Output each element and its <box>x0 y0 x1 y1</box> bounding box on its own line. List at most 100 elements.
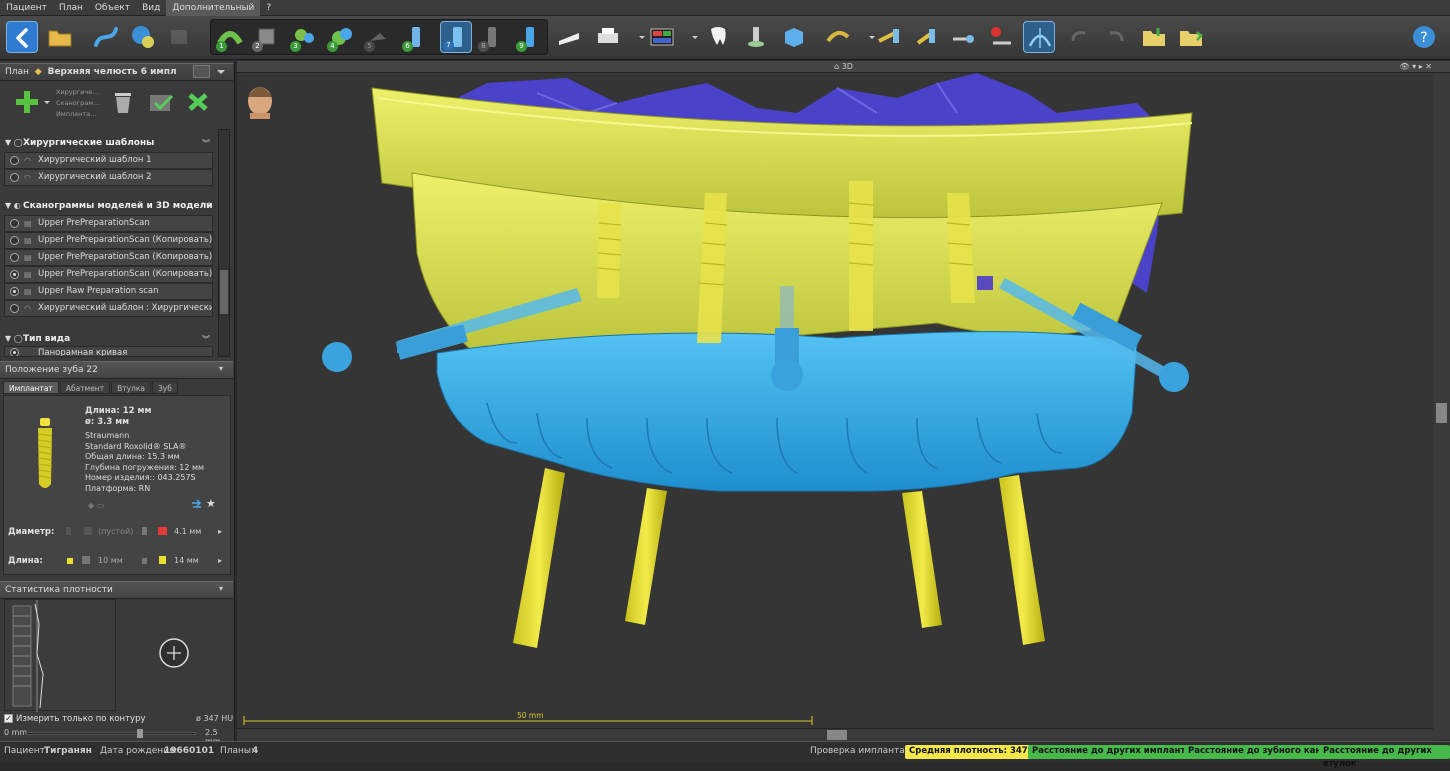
tab-abutment[interactable]: Абатмент <box>59 381 111 394</box>
swap-button[interactable] <box>191 499 202 510</box>
tab-implant[interactable]: Имплантат <box>3 381 59 394</box>
favorite-star-icon[interactable]: ★ <box>206 498 218 510</box>
globe-tool-button[interactable] <box>127 21 159 53</box>
list-item[interactable]: ▤ Upper Raw Preparation scan <box>4 283 213 300</box>
tree-scrollbar[interactable] <box>218 129 230 357</box>
scroll-thumb[interactable] <box>220 270 228 314</box>
menu-patient[interactable]: Пациент <box>0 0 53 16</box>
accept-button[interactable] <box>145 87 177 117</box>
step-6-button[interactable]: 6 <box>400 21 432 53</box>
length-option-a[interactable]: 10 мм <box>98 556 123 565</box>
distance-button[interactable] <box>947 21 979 53</box>
step-9-button[interactable]: 9 <box>514 21 546 53</box>
plan-dropdown[interactable] <box>214 65 228 78</box>
dropdown-icon[interactable]: ▾ <box>219 584 223 593</box>
contour-checkbox[interactable]: ✓ <box>4 714 13 723</box>
remove-distance-button[interactable] <box>985 21 1017 53</box>
length-option-b[interactable]: 14 мм <box>174 556 199 565</box>
guide-button[interactable] <box>553 21 585 53</box>
menu-view[interactable]: Вид <box>136 0 166 16</box>
radio-icon[interactable] <box>10 287 19 296</box>
menu-additional[interactable]: Дополнительный <box>166 0 261 16</box>
layout-button[interactable] <box>646 21 678 53</box>
collapse-icon[interactable]: ︾ <box>202 201 210 212</box>
list-item[interactable]: ▤ Upper PrePreparationScan <box>4 215 213 232</box>
hscroll-thumb[interactable] <box>827 730 847 740</box>
dropdown-icon[interactable]: ▾ <box>219 364 223 373</box>
radio-icon[interactable] <box>10 156 19 165</box>
menu-plan[interactable]: План <box>53 0 89 16</box>
menu-object[interactable]: Объект <box>89 0 136 16</box>
curve-tool-button[interactable] <box>90 21 122 53</box>
head-orientation-icon[interactable] <box>248 87 272 119</box>
dental-3d-scene[interactable] <box>237 73 1433 728</box>
menu-help[interactable]: ? <box>260 0 277 16</box>
list-item[interactable]: ◠ Хирургический шаблон 1 <box>4 152 213 169</box>
print-button[interactable] <box>592 21 624 53</box>
viewport-controls[interactable]: 👁 ▾ ▸ ✕ <box>1399 61 1432 73</box>
radio-icon[interactable] <box>10 253 19 262</box>
radio-icon[interactable] <box>10 304 19 313</box>
tooth-tabs: Имплантат Абатмент Втулка Зуб <box>3 381 179 394</box>
tooth-button[interactable] <box>702 21 734 53</box>
export-button[interactable] <box>1175 21 1207 53</box>
plan-menu-button[interactable] <box>193 65 210 78</box>
collapse-icon[interactable]: ︾ <box>202 138 210 149</box>
list-item[interactable]: ◠ Хирургический шаблон 2 <box>4 169 213 186</box>
import-button[interactable] <box>1138 21 1170 53</box>
section-surgical-title[interactable]: Хирургические шаблоны <box>3 136 215 150</box>
measure2-button[interactable] <box>910 21 942 53</box>
section-scans-title[interactable]: Сканограммы моделей и 3D модели <box>3 199 215 213</box>
radio-icon[interactable] <box>10 236 19 245</box>
step-5-button[interactable]: 5 <box>362 21 394 53</box>
back-button[interactable] <box>6 21 38 53</box>
print-dropdown[interactable] <box>626 21 645 53</box>
undo-button[interactable] <box>1063 21 1095 53</box>
box-button[interactable] <box>778 21 810 53</box>
radio-icon[interactable] <box>10 348 19 356</box>
list-item[interactable]: ◠ Хирургический шаблон : Хирургический ..… <box>4 300 213 317</box>
viewport-hscroll[interactable] <box>237 728 1433 741</box>
redo-button[interactable] <box>1100 21 1132 53</box>
viewport-3d[interactable]: 50 mm <box>237 73 1433 728</box>
abutment-button[interactable] <box>740 21 772 53</box>
delete-button[interactable] <box>108 87 138 117</box>
viewport-vscroll[interactable] <box>1433 73 1450 740</box>
length-next-icon[interactable]: ▸ <box>218 556 222 565</box>
tab-tooth[interactable]: Зуб <box>151 381 178 394</box>
open-folder-button[interactable] <box>44 21 76 53</box>
radio-icon[interactable] <box>10 173 19 182</box>
reject-button[interactable] <box>182 87 214 117</box>
diameter-next-icon[interactable]: ▸ <box>218 527 222 536</box>
step-7-button[interactable]: 7 <box>440 21 472 53</box>
diameter-option-empty[interactable]: (пустой) <box>98 527 133 536</box>
section-viewtype-title[interactable]: Тип вида <box>3 332 215 346</box>
diameter-option-value[interactable]: 4.1 мм <box>174 527 201 536</box>
tab-sleeve[interactable]: Втулка <box>111 381 151 394</box>
panoramic-button[interactable] <box>1023 21 1055 53</box>
measure-button[interactable] <box>873 21 905 53</box>
step-3-button[interactable]: 3 <box>288 21 320 53</box>
step-2-button[interactable]: 2 <box>250 21 282 53</box>
disabled-tool-button[interactable] <box>164 21 196 53</box>
range-slider[interactable] <box>26 729 196 738</box>
step-1-button[interactable]: 1 <box>214 21 246 53</box>
list-item[interactable]: Панорамная кривая <box>4 346 213 357</box>
step-4-button[interactable]: 4 <box>325 21 357 53</box>
radio-icon[interactable] <box>10 270 19 279</box>
radio-icon[interactable] <box>10 219 19 228</box>
list-item[interactable]: ▤ Upper PrePreparationScan (Копировать) <box>4 232 213 249</box>
collapse-icon[interactable]: ︾ <box>202 334 210 345</box>
help-button[interactable]: ? <box>1408 21 1440 53</box>
list-item[interactable]: ▤ Upper PrePreparationScan (Копировать) <box>4 249 213 266</box>
step-8-button[interactable]: 8 <box>476 21 508 53</box>
layout-dropdown[interactable] <box>679 21 698 53</box>
vscroll-thumb[interactable] <box>1436 403 1447 423</box>
redo-icon <box>1109 31 1124 42</box>
add-button[interactable] <box>10 87 50 117</box>
channel-dropdown[interactable] <box>856 21 875 53</box>
range-slider-handle[interactable] <box>137 729 143 738</box>
distance-sleeves-badge[interactable]: Расстояние до других втулок <box>1319 745 1450 769</box>
channel-button[interactable] <box>822 21 854 53</box>
list-item[interactable]: ▤ Upper PrePreparationScan (Копировать) (… <box>4 266 213 283</box>
